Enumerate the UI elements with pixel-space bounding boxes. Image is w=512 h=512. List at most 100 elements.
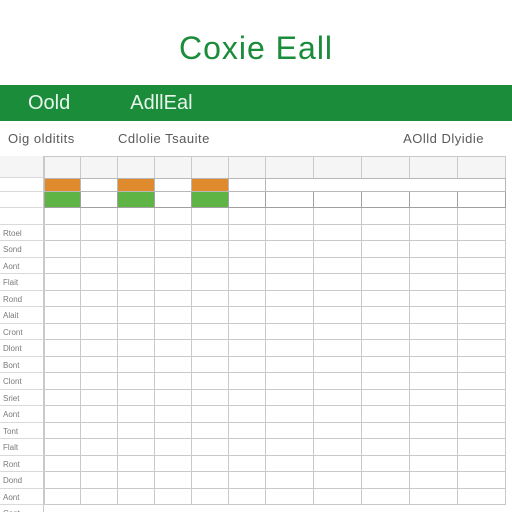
- cell[interactable]: [458, 373, 506, 390]
- cell[interactable]: [118, 406, 155, 423]
- cell[interactable]: [118, 291, 155, 308]
- cell[interactable]: [81, 291, 118, 308]
- cell[interactable]: [44, 208, 81, 225]
- cell[interactable]: [44, 423, 81, 440]
- cell[interactable]: [44, 241, 81, 258]
- cell[interactable]: [229, 274, 266, 291]
- cell[interactable]: [362, 439, 410, 456]
- cell[interactable]: [410, 423, 458, 440]
- cell[interactable]: [155, 373, 192, 390]
- cell[interactable]: [118, 390, 155, 407]
- column-header[interactable]: [192, 157, 229, 179]
- cell[interactable]: [192, 406, 229, 423]
- ribbon-tab-left[interactable]: Oold: [28, 92, 70, 115]
- cell[interactable]: [362, 357, 410, 374]
- cell[interactable]: [266, 258, 314, 275]
- column-header[interactable]: [410, 157, 458, 179]
- cell[interactable]: [314, 258, 362, 275]
- cell[interactable]: [118, 208, 155, 225]
- cell[interactable]: [192, 241, 229, 258]
- cell[interactable]: [44, 439, 81, 456]
- data-rows[interactable]: [44, 208, 506, 505]
- row-header[interactable]: Flait: [0, 274, 44, 291]
- cell[interactable]: [362, 390, 410, 407]
- row-header[interactable]: Dond: [0, 472, 44, 489]
- table-row[interactable]: [44, 258, 506, 275]
- cell[interactable]: [155, 291, 192, 308]
- column-header[interactable]: [155, 157, 192, 179]
- cell[interactable]: [192, 291, 229, 308]
- cell[interactable]: [81, 340, 118, 357]
- table-row[interactable]: [44, 307, 506, 324]
- cell[interactable]: [410, 340, 458, 357]
- cell[interactable]: [458, 241, 506, 258]
- cell[interactable]: [458, 406, 506, 423]
- cell[interactable]: [458, 340, 506, 357]
- cell[interactable]: [118, 324, 155, 341]
- cell[interactable]: [229, 258, 266, 275]
- cell[interactable]: [314, 307, 362, 324]
- table-row[interactable]: [44, 373, 506, 390]
- cell[interactable]: [314, 423, 362, 440]
- cell[interactable]: [314, 489, 362, 506]
- cell[interactable]: [458, 390, 506, 407]
- cell[interactable]: [44, 340, 81, 357]
- cell[interactable]: [192, 307, 229, 324]
- cell[interactable]: [458, 472, 506, 489]
- cell[interactable]: [229, 241, 266, 258]
- cell[interactable]: [192, 489, 229, 506]
- table-row[interactable]: [44, 489, 506, 506]
- cell[interactable]: [155, 390, 192, 407]
- cell[interactable]: [155, 274, 192, 291]
- cell[interactable]: [314, 472, 362, 489]
- row-header[interactable]: Tont: [0, 423, 44, 440]
- cell[interactable]: [266, 324, 314, 341]
- cell[interactable]: [155, 208, 192, 225]
- cell[interactable]: [266, 274, 314, 291]
- cell[interactable]: [229, 439, 266, 456]
- cell[interactable]: [458, 274, 506, 291]
- cell[interactable]: [266, 208, 314, 225]
- cell[interactable]: [155, 489, 192, 506]
- cell[interactable]: [81, 241, 118, 258]
- cell[interactable]: [192, 274, 229, 291]
- column-header[interactable]: [118, 157, 155, 179]
- cell[interactable]: [362, 406, 410, 423]
- cell[interactable]: [458, 423, 506, 440]
- cell[interactable]: [155, 423, 192, 440]
- cell[interactable]: [44, 390, 81, 407]
- cell[interactable]: [266, 456, 314, 473]
- cell[interactable]: [458, 456, 506, 473]
- row-header[interactable]: Rond: [0, 291, 44, 308]
- row-header[interactable]: [0, 208, 44, 225]
- cell[interactable]: [229, 456, 266, 473]
- table-row[interactable]: [44, 340, 506, 357]
- cell[interactable]: [44, 291, 81, 308]
- cell[interactable]: [81, 423, 118, 440]
- cell[interactable]: [118, 258, 155, 275]
- table-row[interactable]: [44, 208, 506, 225]
- cell[interactable]: [44, 357, 81, 374]
- cell[interactable]: [229, 225, 266, 242]
- cell[interactable]: [192, 357, 229, 374]
- cell[interactable]: [362, 241, 410, 258]
- cell[interactable]: [410, 225, 458, 242]
- table-row[interactable]: [44, 241, 506, 258]
- cell[interactable]: [410, 324, 458, 341]
- cell[interactable]: [266, 472, 314, 489]
- column-header[interactable]: [266, 157, 314, 179]
- cell[interactable]: [192, 472, 229, 489]
- worksheet[interactable]: RtoelSondAontFlaitRondAlaitCrontDlontBon…: [0, 156, 506, 512]
- cell[interactable]: [44, 472, 81, 489]
- cell[interactable]: [155, 307, 192, 324]
- cell[interactable]: [266, 373, 314, 390]
- cell[interactable]: [362, 489, 410, 506]
- row-header[interactable]: Bont: [0, 357, 44, 374]
- cell[interactable]: [458, 307, 506, 324]
- cell[interactable]: [314, 390, 362, 407]
- row-header[interactable]: Aont: [0, 489, 44, 506]
- cell[interactable]: [44, 225, 81, 242]
- cell[interactable]: [314, 208, 362, 225]
- cell[interactable]: [458, 258, 506, 275]
- cell[interactable]: [81, 324, 118, 341]
